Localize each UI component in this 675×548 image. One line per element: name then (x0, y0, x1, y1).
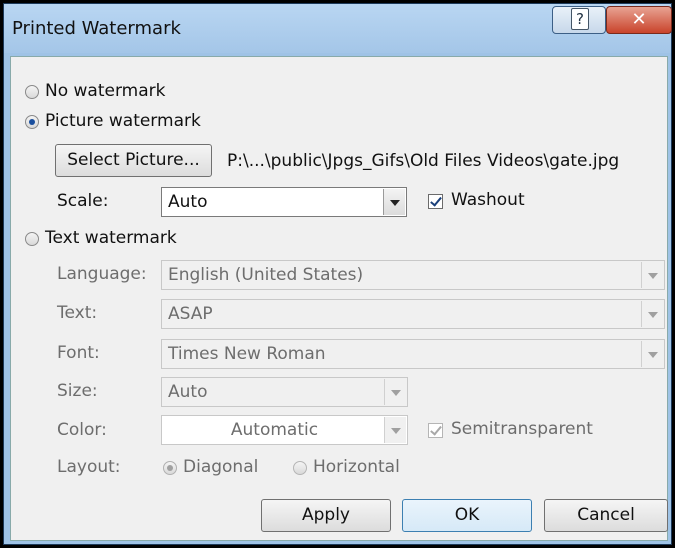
cancel-button[interactable]: Cancel (544, 499, 668, 532)
close-icon: ✕ (631, 9, 647, 30)
text-dropdown-arrow-icon[interactable] (641, 301, 663, 327)
dialog-title: Printed Watermark (12, 18, 181, 39)
help-icon: ? (571, 8, 589, 30)
semitransparent-label[interactable]: Semitransparent (451, 419, 593, 439)
picture-watermark-radio[interactable] (25, 115, 39, 129)
scale-label: Scale: (57, 191, 109, 211)
size-value: Auto (168, 382, 208, 402)
apply-button[interactable]: Apply (261, 499, 391, 532)
color-label: Color: (57, 420, 107, 440)
picture-path: P:\...\public\Jpgs_Gifs\Old Files Videos… (227, 151, 620, 171)
size-combobox[interactable]: Auto (161, 377, 408, 407)
language-label: Language: (57, 264, 147, 284)
color-value: Automatic (230, 420, 319, 440)
text-watermark-radio[interactable] (25, 232, 39, 246)
font-combobox[interactable]: Times New Roman (161, 339, 665, 369)
text-combobox[interactable]: ASAP (161, 299, 665, 329)
layout-diagonal-radio[interactable] (163, 461, 177, 475)
size-dropdown-arrow-icon[interactable] (384, 379, 406, 405)
scale-combobox[interactable]: Auto (161, 187, 407, 217)
color-combobox[interactable]: Automatic (161, 415, 408, 445)
title-bar: Printed Watermark ? ✕ (4, 4, 672, 53)
text-watermark-label[interactable]: Text watermark (45, 228, 177, 248)
picture-watermark-label[interactable]: Picture watermark (45, 111, 201, 131)
layout-horizontal-radio[interactable] (293, 461, 307, 475)
no-watermark-radio[interactable] (25, 85, 39, 99)
dialog-body: No watermark Picture watermark Select Pi… (10, 56, 668, 541)
close-button[interactable]: ✕ (606, 6, 672, 34)
layout-label: Layout: (57, 457, 121, 477)
washout-label[interactable]: Washout (451, 190, 525, 210)
help-button[interactable]: ? (552, 6, 606, 34)
language-combobox[interactable]: English (United States) (161, 260, 665, 290)
text-value: ASAP (168, 304, 213, 324)
scale-value: Auto (168, 192, 208, 212)
dialog-window: Printed Watermark ? ✕ No watermark Pictu… (3, 3, 672, 545)
washout-checkbox[interactable] (428, 194, 443, 209)
select-picture-button[interactable]: Select Picture... (55, 144, 212, 177)
language-value: English (United States) (168, 265, 364, 285)
font-value: Times New Roman (168, 344, 326, 364)
font-label: Font: (57, 343, 100, 363)
scale-dropdown-arrow-icon[interactable] (383, 189, 405, 215)
no-watermark-label[interactable]: No watermark (45, 81, 165, 101)
layout-diagonal-label[interactable]: Diagonal (183, 457, 258, 477)
semitransparent-checkbox[interactable] (428, 423, 443, 438)
color-dropdown-arrow-icon[interactable] (384, 417, 406, 443)
size-label: Size: (57, 381, 98, 401)
language-dropdown-arrow-icon[interactable] (641, 262, 663, 288)
ok-button[interactable]: OK (402, 499, 532, 532)
text-label: Text: (57, 303, 98, 323)
layout-horizontal-label[interactable]: Horizontal (313, 457, 400, 477)
font-dropdown-arrow-icon[interactable] (641, 341, 663, 367)
